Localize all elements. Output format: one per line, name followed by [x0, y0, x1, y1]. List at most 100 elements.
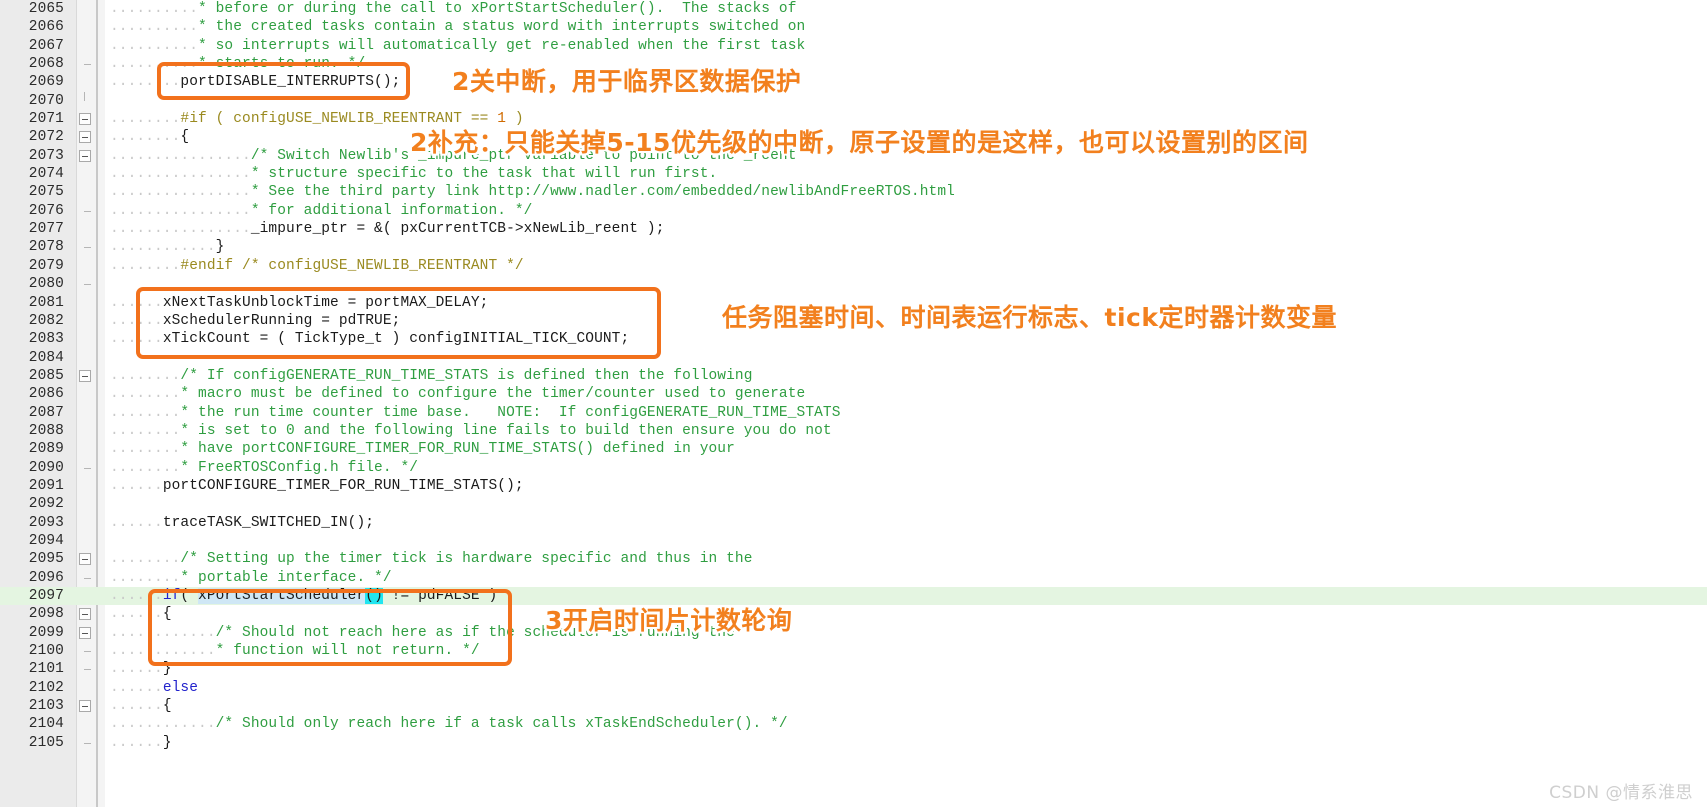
- code-line[interactable]: 2097 ......if( xPortStartScheduler() != p…: [0, 587, 1707, 606]
- line-number: 2102: [28, 679, 64, 696]
- code-line[interactable]: 2093 ......traceTASK_SWITCHED_IN();: [0, 514, 1707, 532]
- code-line[interactable]: 2065 ..........* before or during the cal…: [0, 0, 1707, 18]
- code-token: xSchedulerRunning = pdTRUE;: [162, 312, 401, 329]
- code-text: ........{: [110, 128, 189, 146]
- code-text: ......traceTASK_SWITCHED_IN();: [110, 514, 374, 532]
- code-text: ........* macro must be defined to confi…: [110, 385, 805, 403]
- code-line[interactable]: 2068 ..........* starts to run. */: [0, 55, 1707, 73]
- line-number: 2081: [28, 294, 64, 311]
- code-token: xPortStartScheduler: [198, 588, 366, 604]
- line-number: 2103: [28, 698, 64, 715]
- fold-collapse-icon[interactable]: [79, 369, 91, 382]
- code-token: * so interrupts will automatically get r…: [198, 37, 806, 54]
- code-token: ......: [110, 294, 163, 311]
- code-line[interactable]: 2085 ......../* If configGENERATE_RUN_TIM…: [0, 367, 1707, 385]
- code-line[interactable]: 2100 ............* function will not retu…: [0, 642, 1707, 660]
- code-line[interactable]: 2091 ......portCONFIGURE_TIMER_FOR_RUN_TI…: [0, 477, 1707, 495]
- line-number: 2071: [28, 111, 64, 128]
- code-text: ..........* the created tasks contain a …: [110, 18, 805, 36]
- line-number: 2067: [28, 37, 64, 54]
- code-token: ........: [110, 441, 181, 458]
- line-number: 2075: [28, 184, 64, 201]
- code-line[interactable]: 2084: [0, 349, 1707, 367]
- code-token: * portable interface. */: [180, 569, 392, 586]
- code-line[interactable]: 2074 ................* structure specific…: [0, 165, 1707, 183]
- code-line[interactable]: 2104 ............/* Should only reach her…: [0, 715, 1707, 733]
- code-token: traceTASK_SWITCHED_IN();: [162, 514, 375, 531]
- line-number: 2090: [28, 459, 64, 476]
- code-token: ................: [110, 202, 251, 219]
- fold-collapse-icon[interactable]: [79, 553, 91, 566]
- fold-collapse-icon[interactable]: [79, 131, 91, 144]
- code-text: ..........* so interrupts will automatic…: [110, 37, 805, 55]
- code-line[interactable]: 2078............}: [0, 238, 1707, 256]
- code-text: ......portCONFIGURE_TIMER_FOR_RUN_TIME_S…: [110, 477, 524, 495]
- code-token: * for additional information. */: [250, 202, 533, 219]
- code-line[interactable]: 2070: [0, 91, 1707, 110]
- fold-collapse-icon[interactable]: [79, 608, 91, 621]
- code-text: ......}: [110, 660, 172, 678]
- line-number: 2065: [28, 1, 64, 17]
- code-token: ........: [110, 386, 181, 403]
- code-line[interactable]: 2090 ........* FreeRTOSConfig.h file. */: [0, 459, 1707, 477]
- code-line[interactable]: 2103 ......{: [0, 697, 1707, 715]
- line-number: 2100: [28, 643, 64, 660]
- code-line[interactable]: 2076 ................* for additional inf…: [0, 202, 1707, 220]
- code-line[interactable]: 2079 ........#endif /* configUSE_NEWLIB_R…: [0, 257, 1707, 275]
- code-line[interactable]: 2099 ............/* Should not reach here…: [0, 624, 1707, 642]
- code-token: * the created tasks contain a status wor…: [198, 19, 806, 36]
- code-line[interactable]: 2092: [0, 495, 1707, 513]
- code-text: ............* function will not return. …: [110, 642, 480, 660]
- code-token: #endif /* configUSE_NEWLIB_REENTRANT */: [180, 257, 524, 274]
- code-line[interactable]: 2089 ........* have portCONFIGURE_TIMER_F…: [0, 440, 1707, 458]
- line-number: 2098: [28, 606, 64, 623]
- code-line[interactable]: 2094: [0, 532, 1707, 550]
- code-token: {: [162, 606, 172, 623]
- line-number: 2084: [28, 349, 64, 366]
- line-number: 2078: [28, 239, 64, 256]
- code-lines[interactable]: 2065 ..........* before or during the cal…: [0, 0, 1707, 752]
- code-token: {: [162, 698, 172, 715]
- code-text: ........* FreeRTOSConfig.h file. */: [110, 459, 418, 477]
- code-line[interactable]: 2066 ..........* the created tasks contai…: [0, 18, 1707, 36]
- code-line[interactable]: 2077 ................_impure_ptr = &( pxC…: [0, 220, 1707, 238]
- code-token: ..........: [110, 37, 199, 54]
- bottom-edge: [0, 807, 1707, 811]
- code-text: ......if( xPortStartScheduler() != pdFAL…: [110, 587, 497, 605]
- code-token: ............: [110, 643, 216, 660]
- code-token: ........: [110, 257, 181, 274]
- code-line[interactable]: 2087 ........* the run time counter time …: [0, 404, 1707, 422]
- code-line[interactable]: 2101......}: [0, 660, 1707, 678]
- code-line[interactable]: 2086 ........* macro must be defined to c…: [0, 385, 1707, 403]
- code-token: ......: [110, 331, 163, 348]
- line-number: 2089: [28, 441, 64, 458]
- fold-collapse-icon[interactable]: [79, 113, 91, 126]
- code-line[interactable]: 2102 ......else: [0, 679, 1707, 697]
- code-line[interactable]: 2096 ........* portable interface. */: [0, 569, 1707, 587]
- code-line[interactable]: 2088 ........* is set to 0 and the follow…: [0, 422, 1707, 440]
- code-line[interactable]: 2067 ..........* so interrupts will autom…: [0, 37, 1707, 55]
- code-editor[interactable]: 2065 ..........* before or during the cal…: [0, 0, 1707, 811]
- code-line[interactable]: 2080: [0, 275, 1707, 293]
- code-line[interactable]: 2105......}: [0, 734, 1707, 752]
- code-token: ................: [110, 166, 251, 183]
- code-token: /* Should only reach here if a task call…: [215, 716, 788, 733]
- code-text: ......../* Setting up the timer tick is …: [110, 550, 753, 568]
- code-line[interactable]: 2095 ......../* Setting up the timer tick…: [0, 550, 1707, 568]
- code-line[interactable]: 2069 ........portDISABLE_INTERRUPTS();: [0, 73, 1707, 91]
- code-token: }: [215, 239, 225, 256]
- code-text: ......else: [110, 679, 198, 697]
- line-number: 2068: [28, 56, 64, 73]
- code-line[interactable]: 2098 ......{: [0, 605, 1707, 623]
- code-text: ........* is set to 0 and the following …: [110, 422, 832, 440]
- code-text: ......xTickCount = ( TickType_t ) config…: [110, 330, 629, 348]
- code-token: ......: [110, 679, 163, 696]
- code-token: ........: [110, 459, 181, 476]
- fold-collapse-icon[interactable]: [79, 626, 91, 639]
- code-line[interactable]: 2075 ................* See the third part…: [0, 183, 1707, 201]
- code-text: ......{: [110, 697, 172, 715]
- fold-collapse-icon[interactable]: [79, 149, 91, 162]
- code-text: ................* See the third party li…: [110, 183, 955, 201]
- fold-collapse-icon[interactable]: [79, 700, 91, 713]
- code-token: * starts to run. */: [198, 56, 366, 73]
